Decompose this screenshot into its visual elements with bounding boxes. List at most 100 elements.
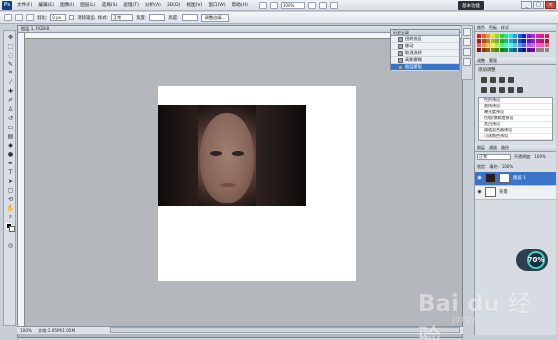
color-swatch[interactable] [477,38,481,43]
color-swatch[interactable] [522,47,526,52]
menu-view[interactable]: 视图(V) [183,2,205,8]
color-swatch[interactable] [504,47,508,52]
menu-help[interactable]: 帮助(H) [229,2,251,8]
color-swatch[interactable] [513,38,517,43]
color-swatch[interactable] [526,47,531,52]
color-swatch[interactable] [517,47,522,52]
color-swatch[interactable] [508,47,513,52]
color-swatch[interactable] [544,47,549,52]
color-swatch[interactable] [517,43,522,47]
color-swatch[interactable] [544,34,549,38]
quick-select-icon[interactable]: ✎ [6,60,15,68]
background-color-swatch[interactable] [9,226,15,232]
quick-mask-icon[interactable]: ◎ [6,241,15,249]
black-white-icon[interactable] [508,86,514,93]
color-swatch[interactable] [504,38,508,43]
menu-edit[interactable]: 编辑(E) [35,2,57,8]
mini-bridge-icon[interactable] [269,1,278,9]
menu-select[interactable]: 选择(S) [99,2,121,8]
tab-channels[interactable]: 通道 [489,145,497,151]
type-tool-icon[interactable]: T [6,168,15,176]
fill-value[interactable]: 100% [502,164,513,169]
history-item[interactable]: 移动 [391,43,459,50]
color-swatch[interactable] [526,38,531,43]
color-swatch[interactable] [517,34,522,38]
color-swatch[interactable] [490,43,495,47]
tab-masks[interactable]: 蒙版 [489,58,497,64]
new-selection-icon[interactable] [15,14,23,21]
color-swatch[interactable] [522,43,526,47]
feather-input[interactable]: 0 px [50,14,67,21]
swatches-grid[interactable] [475,32,556,54]
color-swatch[interactable] [499,47,504,52]
history-brush-icon[interactable]: ↺ [6,114,15,122]
color-swatch[interactable] [540,38,544,43]
antialias-checkbox[interactable] [69,15,75,20]
color-swatch[interactable] [522,38,526,43]
crop-tool-icon[interactable]: ⌗ [6,69,15,77]
color-swatch[interactable] [481,38,486,43]
arrange-documents-icon[interactable] [329,1,338,9]
character-panel-icon[interactable] [463,58,471,66]
color-swatch[interactable] [481,34,486,38]
tab-paths[interactable]: 路径 [501,145,509,151]
color-swatch[interactable] [508,43,513,47]
history-item[interactable]: 扭转选区 [391,36,459,43]
color-swatch[interactable] [508,34,513,38]
color-swatch[interactable] [477,47,481,52]
color-swatch[interactable] [531,34,535,38]
layer-row[interactable]: ◉ 背景 [475,185,556,200]
hand-tool-icon[interactable] [307,1,316,9]
color-swatch[interactable] [477,34,481,38]
history-item[interactable]: 取消选择 [391,50,459,57]
healing-brush-icon[interactable]: ✚ [6,87,15,95]
levels-icon[interactable] [490,76,496,83]
color-swatch[interactable] [486,43,490,47]
color-swatch[interactable] [526,34,531,38]
menu-filter[interactable]: 滤镜(T) [120,2,142,8]
gradient-tool-icon[interactable]: ▤ [6,132,15,140]
color-swatch[interactable] [535,47,540,52]
opacity-value[interactable]: 100% [534,154,545,159]
menu-image[interactable]: 图像(I) [57,2,77,8]
color-swatch[interactable] [490,47,495,52]
move-tool-icon[interactable]: ✥ [6,33,15,41]
color-swatch[interactable] [504,43,508,47]
history-panel-icon[interactable] [463,28,471,36]
photo-filter-icon[interactable] [517,86,523,93]
preset-item[interactable]: 可选颜色预设 [479,134,552,140]
tab-swatches[interactable]: 色板 [489,25,497,31]
menu-layer[interactable]: 图层(L) [77,2,98,8]
brightness-icon[interactable] [481,76,487,83]
color-swatch[interactable] [513,43,517,47]
color-swatch[interactable] [481,47,486,52]
style-select[interactable]: 正常 [111,14,134,21]
workspace-switcher[interactable]: 基本功能 [458,1,484,10]
visibility-eye-icon[interactable]: ◉ [477,175,482,181]
exposure-icon[interactable] [508,76,514,83]
maximize-button[interactable]: □ [533,1,544,9]
color-swatch[interactable] [531,38,535,43]
color-swatch[interactable] [513,34,517,38]
bridge-icon[interactable] [258,1,267,9]
refine-edge-button[interactable]: 调整边缘... [200,13,230,22]
zoom-tool-icon[interactable]: ⌕ [6,213,15,221]
blur-tool-icon[interactable]: ◆ [6,141,15,149]
color-swatch[interactable] [535,43,540,47]
color-swatch[interactable] [495,47,499,52]
history-item-active[interactable]: 图层蒙版 [391,64,459,71]
curves-icon[interactable] [499,76,505,83]
tab-color[interactable]: 颜色 [477,25,485,31]
color-swatch[interactable] [531,43,535,47]
tab-layers[interactable]: 图层 [477,145,485,151]
close-button[interactable]: × [545,1,556,9]
dodge-tool-icon[interactable]: ● [6,150,15,158]
zoom-status[interactable]: 100% [20,328,32,333]
color-swatch[interactable] [499,34,504,38]
color-swatch[interactable] [495,43,499,47]
pen-tool-icon[interactable]: ✒ [6,159,15,167]
color-balance-icon[interactable] [499,86,505,93]
blend-mode-select[interactable]: 正常 [477,153,511,160]
color-swatch[interactable] [513,47,517,52]
color-swatch[interactable] [499,38,504,43]
